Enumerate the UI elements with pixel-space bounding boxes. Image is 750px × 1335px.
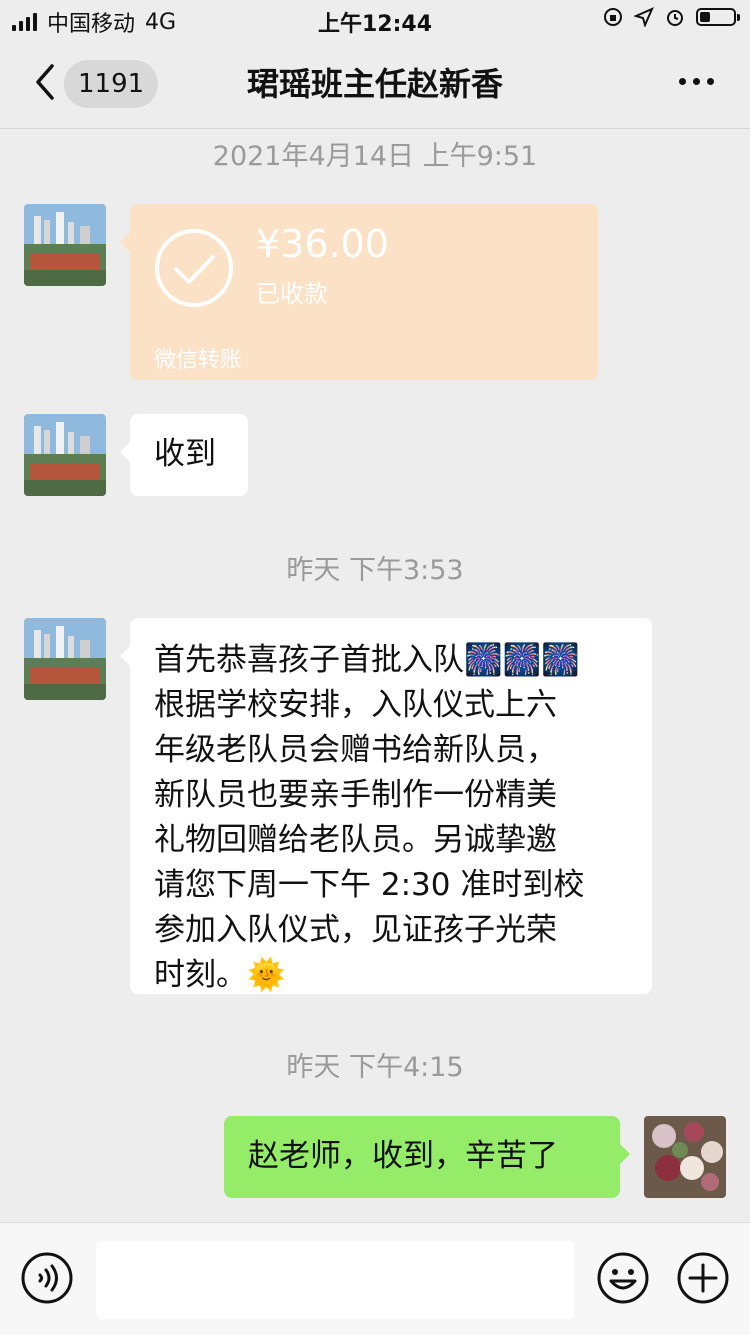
alarm-icon — [667, 10, 683, 26]
voice-icon[interactable] — [20, 1251, 74, 1305]
message-line: 新队员也要亲手制作一份精美 — [154, 777, 557, 813]
emoji-icon[interactable] — [596, 1251, 650, 1305]
message-line: 请您下周一下午 2:30 准时到校 — [154, 867, 585, 903]
message-bubble[interactable]: 赵老师，收到，辛苦了 — [224, 1116, 630, 1198]
avatar[interactable] — [24, 204, 106, 286]
message-line: 时刻。🌞 — [154, 957, 286, 993]
avatar[interactable] — [24, 414, 106, 496]
timestamp: 昨天 下午3:53 — [286, 555, 464, 586]
status-bar: 中国移动 4G 上午12:44 — [0, 0, 750, 40]
more-dots-icon[interactable] — [679, 78, 714, 85]
transfer-status: 已收款 — [256, 280, 328, 308]
message-bubble[interactable]: 首先恭喜孩子首批入队🎆🎆🎆 根据学校安排，入队仪式上六 年级老队员会赠书给新队员… — [120, 618, 652, 994]
transfer-amount: ¥36.00 — [256, 222, 389, 266]
message-text: 收到 — [154, 436, 216, 472]
my-avatar[interactable] — [644, 1116, 726, 1198]
check-circle-icon — [155, 229, 233, 307]
timestamp: 昨天 下午4:15 — [286, 1052, 464, 1083]
message-line: 根据学校安排，入队仪式上六 — [154, 687, 557, 723]
plus-icon[interactable] — [676, 1251, 730, 1305]
avatar[interactable] — [24, 618, 106, 700]
location-icon — [634, 7, 654, 27]
message-line: 礼物回赠给老队员。另诚挚邀 — [154, 822, 557, 858]
message-line: 首先恭喜孩子首批入队🎆🎆🎆 — [154, 642, 580, 678]
orientation-lock-icon — [604, 8, 622, 26]
transfer-card[interactable]: ¥36.00 已收款 微信转账 — [120, 204, 598, 380]
message-line: 参加入队仪式，见证孩子光荣 — [154, 912, 557, 948]
message-text: 赵老师，收到，辛苦了 — [248, 1138, 558, 1174]
chat-header: 1191 珺瑶班主任赵新香 — [0, 40, 750, 129]
timestamp: 2021年4月14日 上午9:51 — [212, 141, 538, 172]
message-bubble[interactable]: 收到 — [120, 414, 248, 496]
transfer-brand: 微信转账 — [154, 348, 243, 373]
message-line: 年级老队员会赠书给新队员， — [154, 732, 557, 768]
input-bar — [0, 1222, 750, 1335]
battery-icon — [696, 8, 740, 26]
chat-title: 珺瑶班主任赵新香 — [246, 65, 503, 103]
message-input[interactable] — [96, 1241, 574, 1319]
